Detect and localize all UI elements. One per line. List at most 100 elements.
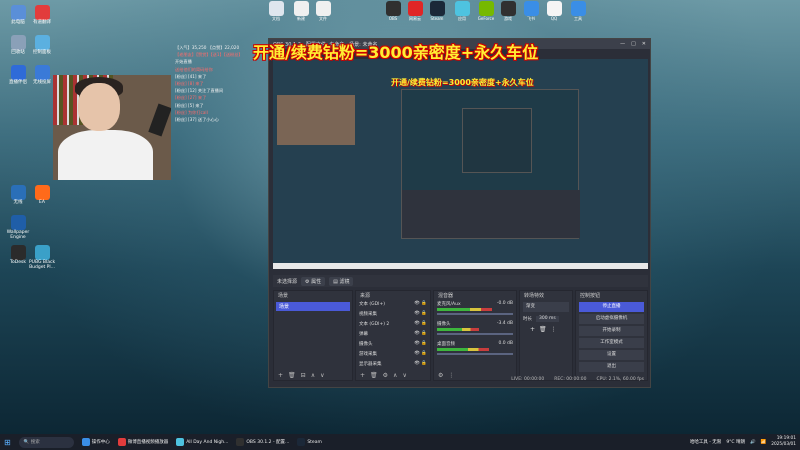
filters-label: 滤镜: [339, 278, 350, 285]
close-button[interactable]: ✕: [642, 41, 646, 47]
top-desktop-icon[interactable]: 文档: [263, 1, 289, 21]
taskbar-item[interactable]: Steam: [293, 435, 326, 449]
file-icon: [293, 1, 309, 16]
qq-icon: [546, 1, 562, 16]
taskbar-item[interactable]: All Day And Nigh...: [172, 435, 232, 449]
no-source-label: 未选择源: [277, 278, 298, 285]
clock[interactable]: 19:19:01 2025/03/01: [771, 436, 796, 448]
chat-line: 【老朋友】【赞赏】【送1】【送粉丝】: [175, 52, 243, 58]
promo-banner: 开通/续费钻粉=3000亲密度+永久车位: [253, 43, 539, 62]
chat-line: [粉丝] [41] 来了: [175, 73, 207, 79]
volume-slider[interactable]: [437, 353, 513, 355]
controls-header: 控制按钮: [576, 291, 647, 300]
preview-taskbar: [273, 263, 648, 269]
visibility-icon[interactable]: 👁 🔒: [414, 361, 427, 369]
visibility-icon[interactable]: 👁 🔒: [414, 351, 427, 359]
nested-obs-panels: [402, 190, 580, 238]
network-icon[interactable]: 📶: [761, 440, 767, 445]
source-item[interactable]: 游戏采集 👁 🔒: [356, 350, 430, 360]
visibility-icon[interactable]: 👁 🔒: [414, 331, 427, 339]
search-placeholder: 搜索: [30, 439, 40, 445]
volume-meter: [437, 348, 489, 351]
taskbar-item[interactable]: OBS 30.1.2 - 配置...: [232, 435, 293, 449]
top-desktop-icon[interactable]: 应用: [449, 1, 475, 21]
desktop-icon[interactable]: 控制面板: [26, 35, 58, 56]
control-button[interactable]: 停止直播: [579, 302, 644, 312]
top-icon-label: Steam: [430, 16, 444, 21]
duration-input[interactable]: 300 ms: [536, 316, 559, 322]
desktop-icon-label: 控制面板: [33, 50, 51, 55]
control-button[interactable]: 退出: [579, 362, 644, 372]
source-item[interactable]: 视频采集 👁 🔒: [356, 310, 430, 320]
cast-icon: [34, 65, 50, 80]
streamer-face: [78, 83, 120, 131]
desktop-icon[interactable]: EA: [26, 185, 58, 206]
nested-preview: [401, 89, 580, 239]
volume-slider[interactable]: [437, 333, 513, 335]
obs-preview[interactable]: 开通/续费钻粉=3000亲密度+永久车位: [273, 59, 648, 269]
minimize-button[interactable]: —: [620, 41, 625, 47]
taskbar-item[interactable]: 操作中心: [78, 435, 114, 449]
source-item[interactable]: 弹幕 👁 🔒: [356, 330, 430, 340]
transitions-header: 转场特效: [520, 291, 572, 300]
top-desktop-icon[interactable]: Steam: [424, 1, 450, 21]
chat-line: 【入气】35,250 【点赞】22,020: [175, 45, 240, 50]
top-desktop-icon[interactable]: QQ: [541, 1, 567, 21]
maximize-button[interactable]: □: [631, 41, 636, 47]
taskbar-item-label: Steam: [307, 439, 322, 445]
visibility-icon[interactable]: 👁 🔒: [414, 301, 427, 309]
desktop-icon[interactable]: 有道翻译: [26, 5, 58, 26]
add-transition-button[interactable]: +: [530, 326, 535, 333]
search-box[interactable]: 🔍 搜索: [18, 436, 74, 448]
scene-item[interactable]: 场景: [276, 302, 350, 311]
transition-select[interactable]: 渐变: [523, 302, 569, 312]
transition-menu-button[interactable]: ⋮: [551, 326, 557, 333]
taskbar-item[interactable]: 微博直播视频播放器: [114, 435, 173, 449]
channel-db: -3.4 dB: [496, 321, 513, 326]
tray-misc[interactable]: 哈哈工具 - 无限: [690, 439, 721, 445]
control-panel-icon: [34, 35, 50, 50]
chat-line: [粉丝] [5] 来了: [175, 102, 204, 108]
top-icon-label: 文件: [319, 16, 327, 21]
source-item[interactable]: 文本 (GDI+) 👁 🔒: [356, 300, 430, 310]
taskbar-item-label: OBS 30.1.2 - 配置...: [246, 440, 290, 445]
taskbar-item-label: All Day And Nigh...: [186, 439, 229, 445]
live-status: LIVE: 00:00:00: [511, 377, 545, 382]
source-item[interactable]: 显示器采集 👁 🔒: [356, 360, 430, 370]
sources-dock: 来源 文本 (GDI+) 👁 🔒 视频采集 👁 🔒 文本 (GDI+) 2 👁 🔒 弹幕 👁 …: [355, 290, 431, 381]
visibility-icon[interactable]: 👁 🔒: [414, 311, 427, 319]
control-button[interactable]: 开始录制: [579, 326, 644, 336]
control-button[interactable]: 工作室模式: [579, 338, 644, 348]
nvidia-icon: [478, 1, 494, 16]
app-icon: [297, 438, 306, 446]
obs-window[interactable]: OBS 30.1.2 - 配置文件: 未命名 - 场景: 未命名 — □ ✕ 开…: [268, 38, 651, 388]
properties-button[interactable]: ⚙ 属性: [301, 276, 326, 286]
source-name: 显示器采集: [359, 362, 382, 367]
volume-slider[interactable]: [437, 313, 513, 315]
ea-icon: [34, 185, 50, 200]
cpu-status: CPU: 2.1%, 60.00 fps: [596, 377, 645, 382]
source-toolbar: 未选择源 ⚙ 属性 ▤ 滤镜: [273, 275, 648, 287]
source-item[interactable]: 摄像头 👁 🔒: [356, 340, 430, 350]
desktop-icon[interactable]: Wallpaper Engine: [2, 215, 34, 241]
weather[interactable]: 9°C 晴朗: [726, 439, 745, 445]
wallpaper-engine-icon: [10, 215, 26, 230]
top-desktop-icon[interactable]: 文件: [310, 1, 336, 21]
control-button[interactable]: 启动虚拟摄像机: [579, 314, 644, 324]
desktop-icon[interactable]: PUBG Black Budget Pl...: [26, 245, 58, 271]
chat-line: [粉丝] 为你打call: [175, 109, 208, 115]
source-item[interactable]: 文本 (GDI+) 2 👁 🔒: [356, 320, 430, 330]
filters-button[interactable]: ▤ 滤镜: [329, 276, 354, 286]
visibility-icon[interactable]: 👁 🔒: [414, 341, 427, 349]
remove-transition-button[interactable]: 🗑: [539, 326, 547, 333]
streamer-shirt: [58, 130, 153, 180]
visibility-icon[interactable]: 👁 🔒: [414, 321, 427, 329]
control-button[interactable]: 设置: [579, 350, 644, 360]
tool-icon: [570, 1, 586, 16]
document-icon: [268, 1, 284, 16]
volume-icon[interactable]: 🔊: [750, 440, 756, 445]
source-name: 摄像头: [359, 342, 373, 347]
pubg-icon: [34, 245, 50, 260]
start-button[interactable]: ⊞: [0, 435, 15, 449]
top-desktop-icon[interactable]: 工具: [565, 1, 591, 21]
